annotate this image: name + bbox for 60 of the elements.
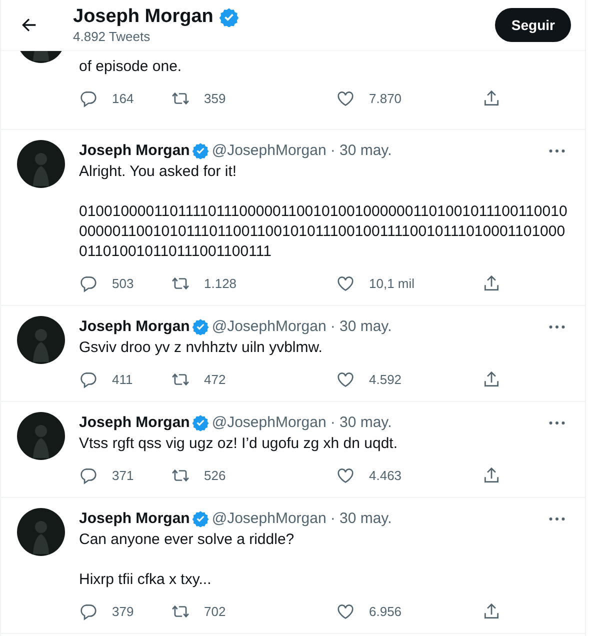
like-icon[interactable] xyxy=(336,274,355,293)
retweet-count: 1.128 xyxy=(204,276,237,291)
share-icon[interactable] xyxy=(482,89,501,108)
share-icon[interactable] xyxy=(482,274,501,293)
author-name[interactable]: Joseph Morgan xyxy=(79,318,190,335)
more-icon[interactable] xyxy=(549,324,565,328)
reply-icon[interactable] xyxy=(79,370,98,389)
reply-icon[interactable] xyxy=(79,89,98,108)
reply-icon[interactable] xyxy=(79,602,98,621)
reply-icon[interactable] xyxy=(79,274,98,293)
tweet-text: Gsviv droo yv z nvhhztv uiln yvblmw. xyxy=(79,338,324,358)
avatar[interactable] xyxy=(17,508,65,556)
reply-count: 503 xyxy=(112,276,134,291)
tweet-text: Alright. You asked for it! xyxy=(79,162,238,182)
reply-icon[interactable] xyxy=(79,466,98,485)
author-name[interactable]: Joseph Morgan xyxy=(79,414,190,431)
more-icon[interactable] xyxy=(549,148,565,152)
reply-count: 164 xyxy=(112,91,134,106)
author-handle[interactable]: @JosephMorgan xyxy=(212,142,326,159)
author-name[interactable]: Joseph Morgan xyxy=(79,142,190,159)
more-icon[interactable] xyxy=(549,516,565,520)
share-icon[interactable] xyxy=(482,602,501,621)
share-icon[interactable] xyxy=(482,466,501,485)
like-icon[interactable] xyxy=(336,89,355,108)
reply-count: 411 xyxy=(112,372,133,387)
tweet-text: Can anyone ever solve a riddle? xyxy=(79,530,296,550)
like-count: 6.956 xyxy=(369,604,402,619)
follow-button[interactable]: Seguir xyxy=(495,8,571,42)
more-icon[interactable] xyxy=(549,420,565,424)
retweet-count: 702 xyxy=(204,604,226,619)
tweet-text: of episode one. xyxy=(79,57,183,77)
reply-count: 379 xyxy=(112,604,134,619)
retweet-count: 472 xyxy=(204,372,226,387)
tweet-date[interactable]: · 30 may. xyxy=(330,142,392,159)
author-handle[interactable]: @JosephMorgan xyxy=(212,414,326,431)
tweet-text: Hixrp tfii cfka x txy... xyxy=(79,570,212,590)
tweet-date[interactable]: · 30 may. xyxy=(330,510,392,527)
reply-count: 371 xyxy=(112,468,134,483)
tweet-date[interactable]: · 30 may. xyxy=(330,414,392,431)
tweet-count: 4.892 Tweets xyxy=(73,29,152,44)
share-icon[interactable] xyxy=(482,370,501,389)
like-icon[interactable] xyxy=(336,466,355,485)
like-count: 4.592 xyxy=(369,372,402,387)
retweet-count: 526 xyxy=(204,468,226,483)
author-handle[interactable]: @JosephMorgan xyxy=(212,318,326,335)
avatar[interactable] xyxy=(17,140,65,188)
avatar[interactable] xyxy=(17,316,65,364)
tweet-text: Vtss rgft qss vig ugz oz! I’d ugofu zg xh dn uqdt. xyxy=(79,434,399,454)
author-name[interactable]: Joseph Morgan xyxy=(79,510,190,527)
tweet-date[interactable]: · 30 may. xyxy=(330,318,392,335)
avatar[interactable] xyxy=(17,412,65,460)
like-icon[interactable] xyxy=(336,602,355,621)
like-count: 7.870 xyxy=(369,91,402,106)
author-handle[interactable]: @JosephMorgan xyxy=(212,510,326,527)
retweet-count: 359 xyxy=(204,91,226,106)
tweet-text: 010010000110111101110000011001010010000001101001011100110010000001100101011101100110010101110010011110010111010001101000011010010110111001100111 xyxy=(79,202,568,262)
like-count: 10,1 mil xyxy=(369,276,415,291)
like-count: 4.463 xyxy=(369,468,402,483)
profile-name: Joseph Morgan xyxy=(73,6,214,28)
like-icon[interactable] xyxy=(336,370,355,389)
